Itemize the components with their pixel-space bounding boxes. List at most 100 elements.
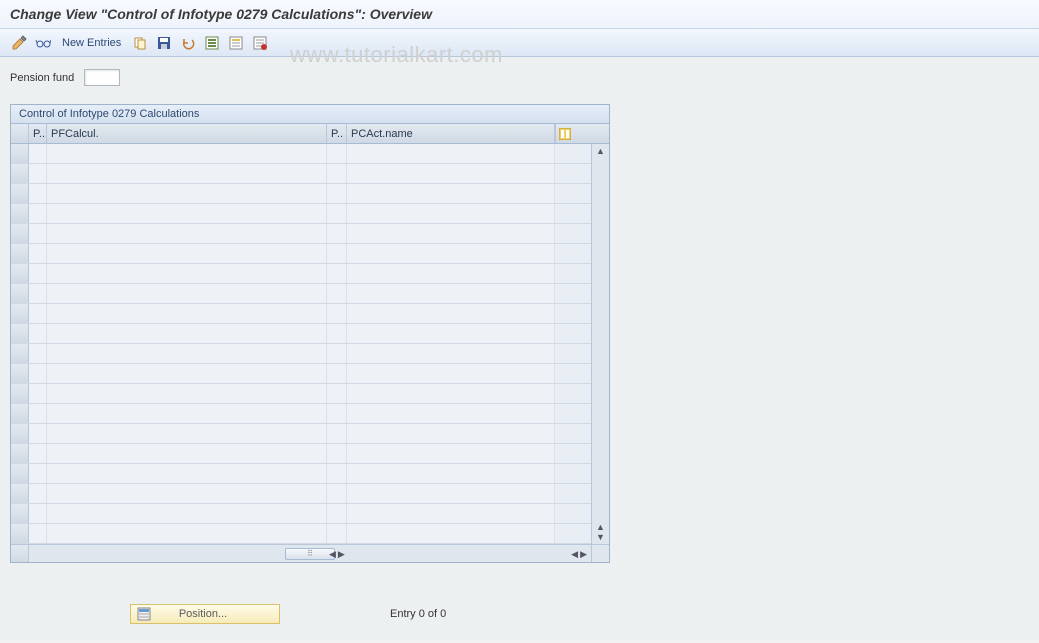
- scroll-up-arrow-icon[interactable]: ▲: [596, 146, 605, 156]
- cell-pcact[interactable]: [347, 284, 555, 303]
- cell-p1[interactable]: [29, 444, 47, 463]
- cell-p1[interactable]: [29, 264, 47, 283]
- row-selector[interactable]: [11, 184, 29, 203]
- new-entries-button[interactable]: New Entries: [58, 37, 125, 49]
- cell-p1[interactable]: [29, 424, 47, 443]
- row-selector[interactable]: [11, 524, 29, 543]
- cell-p2[interactable]: [327, 364, 347, 383]
- row-selector[interactable]: [11, 444, 29, 463]
- row-selector[interactable]: [11, 304, 29, 323]
- cell-pcact[interactable]: [347, 324, 555, 343]
- cell-pcact[interactable]: [347, 364, 555, 383]
- cell-pcact[interactable]: [347, 464, 555, 483]
- cell-pfcalcul[interactable]: [47, 284, 327, 303]
- save-variant-icon[interactable]: [155, 34, 173, 52]
- cell-pfcalcul[interactable]: [47, 224, 327, 243]
- cell-pcact[interactable]: [347, 384, 555, 403]
- cell-p1[interactable]: [29, 244, 47, 263]
- cell-pfcalcul[interactable]: [47, 404, 327, 423]
- cell-pfcalcul[interactable]: [47, 244, 327, 263]
- cell-p1[interactable]: [29, 284, 47, 303]
- cell-pcact[interactable]: [347, 524, 555, 543]
- row-selector[interactable]: [11, 344, 29, 363]
- cell-pcact[interactable]: [347, 304, 555, 323]
- cell-pcact[interactable]: [347, 424, 555, 443]
- cell-pfcalcul[interactable]: [47, 264, 327, 283]
- cell-p2[interactable]: [327, 464, 347, 483]
- cell-p1[interactable]: [29, 144, 47, 163]
- cell-pfcalcul[interactable]: [47, 464, 327, 483]
- cell-pcact[interactable]: [347, 244, 555, 263]
- row-selector[interactable]: [11, 284, 29, 303]
- cell-p2[interactable]: [327, 244, 347, 263]
- cell-p2[interactable]: [327, 264, 347, 283]
- cell-p2[interactable]: [327, 424, 347, 443]
- scroll-right-end-arrow-icon[interactable]: ▶: [580, 549, 587, 559]
- column-header-p1[interactable]: P..: [29, 124, 47, 143]
- scroll-down-arrow-icon[interactable]: ▲: [596, 522, 605, 532]
- row-selector[interactable]: [11, 424, 29, 443]
- scroll-down-arrow2-icon[interactable]: ▼: [596, 532, 605, 542]
- cell-p2[interactable]: [327, 384, 347, 403]
- cell-p2[interactable]: [327, 204, 347, 223]
- cell-p1[interactable]: [29, 364, 47, 383]
- cell-p1[interactable]: [29, 524, 47, 543]
- cell-p1[interactable]: [29, 224, 47, 243]
- row-selector[interactable]: [11, 484, 29, 503]
- row-selector[interactable]: [11, 324, 29, 343]
- cell-p2[interactable]: [327, 224, 347, 243]
- copy-icon[interactable]: [131, 34, 149, 52]
- row-selector[interactable]: [11, 164, 29, 183]
- row-selector[interactable]: [11, 264, 29, 283]
- cell-p2[interactable]: [327, 484, 347, 503]
- row-selector[interactable]: [11, 144, 29, 163]
- scroll-right-arrow-icon[interactable]: ▶: [338, 549, 345, 559]
- cell-pfcalcul[interactable]: [47, 524, 327, 543]
- cell-p2[interactable]: [327, 144, 347, 163]
- cell-pfcalcul[interactable]: [47, 164, 327, 183]
- cell-pcact[interactable]: [347, 504, 555, 523]
- cell-pfcalcul[interactable]: [47, 304, 327, 323]
- cell-p2[interactable]: [327, 184, 347, 203]
- cell-p1[interactable]: [29, 324, 47, 343]
- row-selector[interactable]: [11, 204, 29, 223]
- select-block-icon[interactable]: [227, 34, 245, 52]
- cell-pfcalcul[interactable]: [47, 504, 327, 523]
- cell-pcact[interactable]: [347, 164, 555, 183]
- select-all-column[interactable]: [11, 124, 29, 143]
- cell-pcact[interactable]: [347, 204, 555, 223]
- deselect-all-icon[interactable]: [251, 34, 269, 52]
- cell-pcact[interactable]: [347, 484, 555, 503]
- row-selector[interactable]: [11, 244, 29, 263]
- cell-pcact[interactable]: [347, 404, 555, 423]
- cell-pcact[interactable]: [347, 144, 555, 163]
- cell-p1[interactable]: [29, 164, 47, 183]
- pension-fund-input[interactable]: [84, 69, 120, 86]
- cell-pfcalcul[interactable]: [47, 364, 327, 383]
- cell-p2[interactable]: [327, 404, 347, 423]
- cell-pfcalcul[interactable]: [47, 444, 327, 463]
- cell-p1[interactable]: [29, 464, 47, 483]
- vertical-scrollbar[interactable]: ▲ ▲ ▼: [591, 144, 609, 544]
- cell-p1[interactable]: [29, 304, 47, 323]
- cell-p2[interactable]: [327, 344, 347, 363]
- glasses-icon[interactable]: [34, 34, 52, 52]
- cell-pfcalcul[interactable]: [47, 344, 327, 363]
- column-header-pcact[interactable]: PCAct.name: [347, 124, 555, 143]
- configure-columns-icon[interactable]: [555, 124, 573, 143]
- row-selector[interactable]: [11, 404, 29, 423]
- cell-pcact[interactable]: [347, 344, 555, 363]
- cell-p1[interactable]: [29, 504, 47, 523]
- cell-p1[interactable]: [29, 344, 47, 363]
- cell-pcact[interactable]: [347, 264, 555, 283]
- cell-p2[interactable]: [327, 324, 347, 343]
- cell-pcact[interactable]: [347, 444, 555, 463]
- cell-pfcalcul[interactable]: [47, 184, 327, 203]
- cell-p1[interactable]: [29, 204, 47, 223]
- cell-p2[interactable]: [327, 504, 347, 523]
- row-selector[interactable]: [11, 464, 29, 483]
- cell-pfcalcul[interactable]: [47, 424, 327, 443]
- position-button[interactable]: Position...: [130, 604, 280, 624]
- cell-p1[interactable]: [29, 184, 47, 203]
- row-selector[interactable]: [11, 224, 29, 243]
